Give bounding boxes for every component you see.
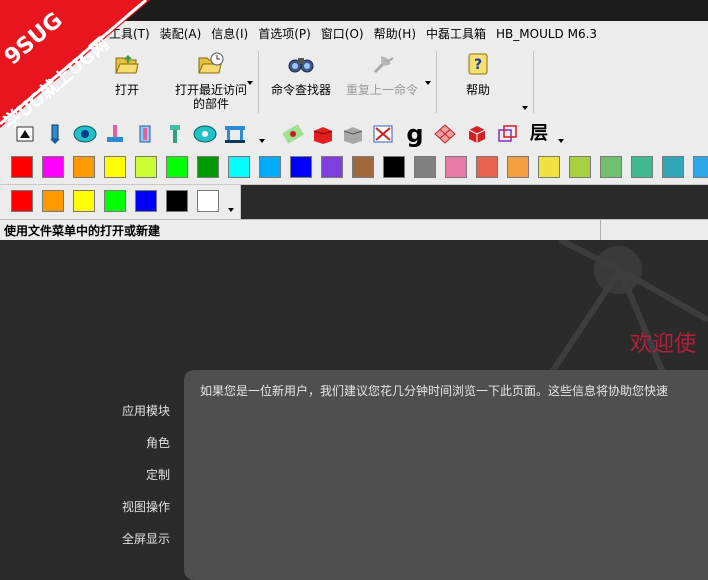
color-swatch[interactable]: [73, 190, 95, 212]
g-tool-icon[interactable]: g: [402, 121, 428, 147]
color-swatch[interactable]: [166, 190, 188, 212]
color-swatch[interactable]: [259, 156, 281, 178]
intro-text: 如果您是一位新用户，我们建议您花几分钟时间浏览一下此页面。这些信息将协助您快速: [200, 384, 669, 398]
repeat-last-command-label: 重复上一命令: [345, 83, 418, 97]
color-toolbar-dropdown-icon[interactable]: [228, 208, 234, 212]
color-swatch[interactable]: [11, 156, 33, 178]
color-swatch[interactable]: [197, 156, 219, 178]
color-swatch[interactable]: [507, 156, 529, 178]
color-swatch[interactable]: [42, 156, 64, 178]
color-swatch[interactable]: [104, 190, 126, 212]
color-swatch[interactable]: [104, 156, 126, 178]
color-swatch[interactable]: [42, 190, 64, 212]
color-swatch[interactable]: [662, 156, 684, 178]
wireframe-box-tool-icon[interactable]: [494, 121, 520, 147]
layer-tool-glyph: 层: [530, 123, 548, 144]
ribbon-divider: [533, 51, 534, 113]
color-palette-toolbar: [0, 150, 708, 185]
ribbon-options-dropdown-icon[interactable]: [522, 106, 528, 110]
menu-information[interactable]: 信息(I): [206, 21, 253, 47]
menu-zhonglei-toolbox[interactable]: 中磊工具箱: [421, 21, 491, 47]
folder-clock-icon: [196, 49, 226, 79]
9sug-watermark-logo: 9SUG 学UG就上UG网: [0, 0, 150, 130]
layer-tool-icon[interactable]: 层: [526, 121, 552, 147]
ribbon-divider: [258, 51, 259, 113]
color-swatch[interactable]: [73, 156, 95, 178]
red-cube-tool-icon[interactable]: [464, 121, 490, 147]
open-recent-button[interactable]: 打开最近访问 的部件: [170, 49, 252, 113]
help-label: 帮助: [465, 83, 490, 97]
color-swatch[interactable]: [414, 156, 436, 178]
menu-help[interactable]: 帮助(H): [369, 21, 421, 47]
screw-tool-icon[interactable]: [162, 121, 188, 147]
ribbon-divider: [436, 51, 437, 113]
command-finder-label: 命令查找器: [270, 83, 331, 97]
repeat-command-dropdown-icon[interactable]: [425, 81, 431, 85]
mold-base-tool-icon[interactable]: [222, 121, 248, 147]
color-swatch[interactable]: [538, 156, 560, 178]
menu-hb-mould[interactable]: HB_MOULD M6.3: [491, 21, 602, 47]
color-swatch[interactable]: [693, 156, 708, 178]
color-swatch[interactable]: [383, 156, 405, 178]
repeat-command-icon: [367, 49, 397, 79]
open-recent-label-2: 的部件: [192, 97, 229, 111]
svg-text:?: ?: [474, 57, 482, 73]
color-swatch[interactable]: [600, 156, 622, 178]
color-swatch[interactable]: [290, 156, 312, 178]
command-finder-button[interactable]: 命令查找器: [266, 49, 336, 113]
open-recent-label-1: 打开最近访问: [174, 83, 247, 97]
basic-color-toolbar: [0, 185, 241, 220]
link-full-screen[interactable]: 全屏显示: [90, 530, 170, 547]
color-swatch[interactable]: [476, 156, 498, 178]
help-book-icon: ?: [463, 49, 493, 79]
red-block-tool-icon[interactable]: [310, 121, 336, 147]
intro-panel: [184, 370, 708, 580]
link-application-modules[interactable]: 应用模块: [90, 402, 170, 419]
color-swatch[interactable]: [135, 156, 157, 178]
color-swatch[interactable]: [352, 156, 374, 178]
g-tool-glyph: g: [406, 120, 424, 148]
menu-window[interactable]: 窗口(O): [316, 21, 369, 47]
color-swatch[interactable]: [135, 190, 157, 212]
link-view-operations[interactable]: 视图操作: [90, 498, 170, 515]
status-text: 使用文件菜单中的打开或新建: [4, 224, 161, 238]
welcome-title: 欢迎使: [630, 332, 697, 357]
grid-diamond-tool-icon[interactable]: [432, 121, 458, 147]
color-swatch[interactable]: [445, 156, 467, 178]
color-swatch[interactable]: [166, 156, 188, 178]
binoculars-icon: [286, 49, 316, 79]
gray-block-tool-icon[interactable]: [340, 121, 366, 147]
color-swatch[interactable]: [11, 190, 33, 212]
menu-assembly[interactable]: 装配(A): [155, 21, 207, 47]
menu-preferences[interactable]: 首选项(P): [253, 21, 316, 47]
link-roles[interactable]: 角色: [90, 434, 170, 451]
help-button[interactable]: ? 帮助: [450, 49, 506, 113]
open-recent-dropdown-icon[interactable]: [247, 81, 253, 85]
cooling-channel-tool-icon[interactable]: [192, 121, 218, 147]
toolbar-dropdown-icon[interactable]: [259, 139, 265, 143]
toolbar-dropdown-icon[interactable]: [558, 139, 564, 143]
color-swatch[interactable]: [228, 156, 250, 178]
color-swatch[interactable]: [197, 190, 219, 212]
edit-object-tool-icon[interactable]: [280, 121, 306, 147]
delete-geometry-tool-icon[interactable]: [370, 121, 396, 147]
repeat-last-command-button[interactable]: 重复上一命令: [340, 49, 424, 113]
color-swatch[interactable]: [569, 156, 591, 178]
color-swatch[interactable]: [631, 156, 653, 178]
status-divider: [600, 220, 601, 240]
status-bar: 使用文件菜单中的打开或新建: [0, 219, 708, 241]
link-customize[interactable]: 定制: [90, 466, 170, 483]
color-swatch[interactable]: [321, 156, 343, 178]
